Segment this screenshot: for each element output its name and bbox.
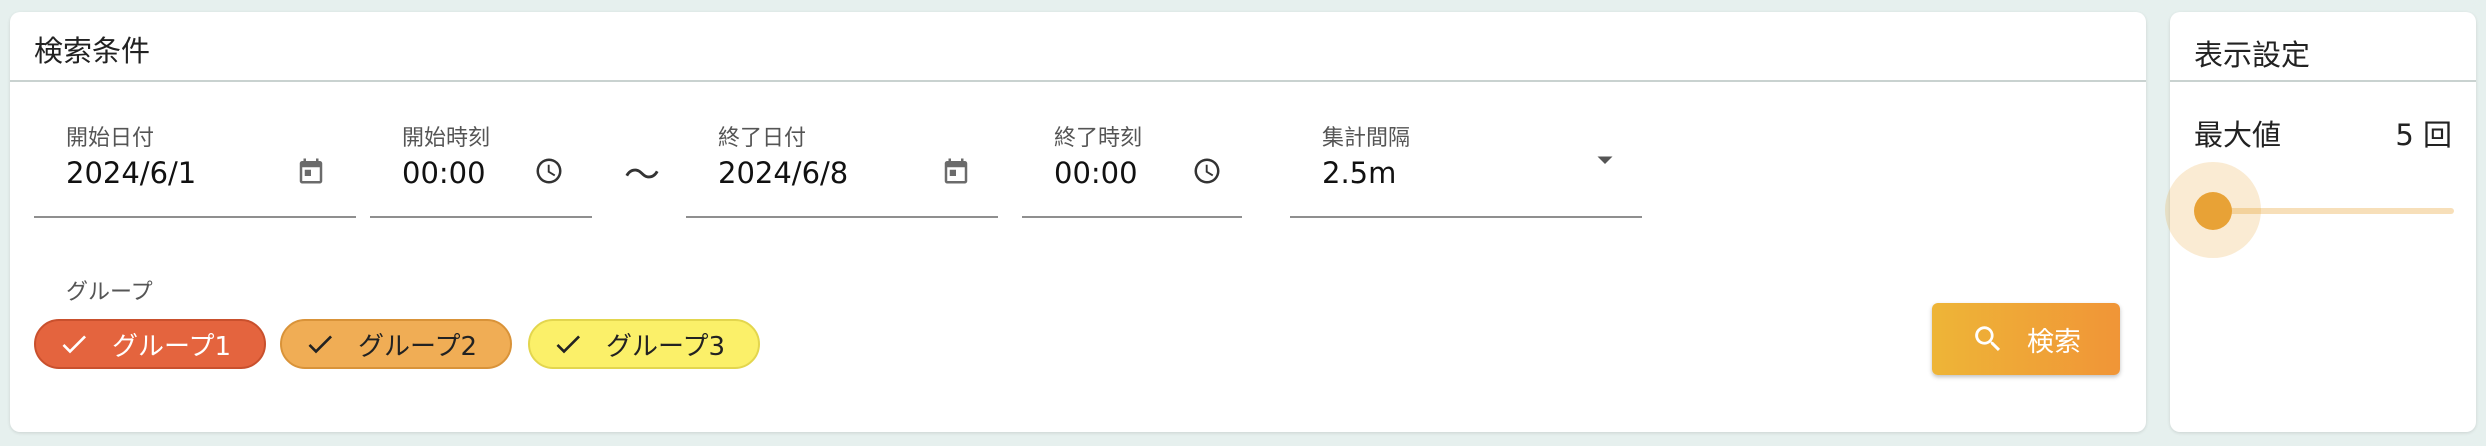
interval-select[interactable]: 集計間隔 2.5m: [1290, 108, 1642, 218]
group-chip-3[interactable]: グループ3: [528, 319, 760, 369]
start-date-value[interactable]: 2024/6/1: [66, 156, 196, 190]
clock-icon[interactable]: [1192, 156, 1222, 186]
end-date-label: 終了日付: [718, 126, 807, 151]
range-separator: ～: [623, 155, 660, 196]
check-icon: [58, 328, 90, 360]
slider-thumb[interactable]: [2194, 192, 2232, 230]
display-panel-title: 表示設定: [2194, 38, 2311, 72]
interval-value[interactable]: 2.5m: [1322, 156, 1396, 190]
calendar-icon[interactable]: [296, 156, 326, 186]
display-panel-divider: [2170, 80, 2476, 82]
end-time-label: 終了時刻: [1054, 126, 1143, 151]
group-chip-label: グループ3: [606, 331, 725, 362]
end-date-field[interactable]: 終了日付 2024/6/8: [686, 108, 998, 218]
group-chip-label: グループ1: [112, 331, 231, 362]
clock-icon[interactable]: [534, 156, 564, 186]
group-chip-1[interactable]: グループ1: [34, 319, 266, 369]
max-value-slider[interactable]: [2165, 162, 2454, 262]
group-chip-2[interactable]: グループ2: [280, 319, 512, 369]
calendar-icon[interactable]: [941, 156, 971, 186]
start-time-field[interactable]: 開始時刻 00:00: [370, 108, 592, 218]
search-conditions-panel: 検索条件 開始日付 2024/6/1 開始時刻 00:00 ～ 終了日付 202…: [10, 12, 2146, 432]
dropdown-arrow-icon[interactable]: [1590, 144, 1620, 174]
group-chip-label: グループ2: [358, 331, 477, 362]
start-date-label: 開始日付: [66, 126, 155, 151]
search-panel-divider: [10, 80, 2146, 82]
start-time-label: 開始時刻: [402, 126, 491, 151]
end-time-value[interactable]: 00:00: [1054, 156, 1138, 190]
start-date-field[interactable]: 開始日付 2024/6/1: [34, 108, 356, 218]
end-time-field[interactable]: 終了時刻 00:00: [1022, 108, 1242, 218]
search-panel-title: 検索条件: [34, 34, 151, 68]
max-value-label: 最大値: [2194, 118, 2282, 152]
search-icon: [1971, 322, 2005, 356]
interval-label: 集計間隔: [1322, 126, 1411, 151]
search-button-label: 検索: [2027, 326, 2081, 358]
check-icon: [552, 328, 584, 360]
group-label: グループ: [66, 280, 153, 305]
search-button[interactable]: 検索: [1932, 303, 2120, 375]
max-value-readout: 5 回: [2395, 118, 2452, 152]
end-date-value[interactable]: 2024/6/8: [718, 156, 848, 190]
check-icon: [304, 328, 336, 360]
display-settings-panel: 表示設定 最大値 5 回: [2165, 12, 2476, 432]
start-time-value[interactable]: 00:00: [402, 156, 486, 190]
